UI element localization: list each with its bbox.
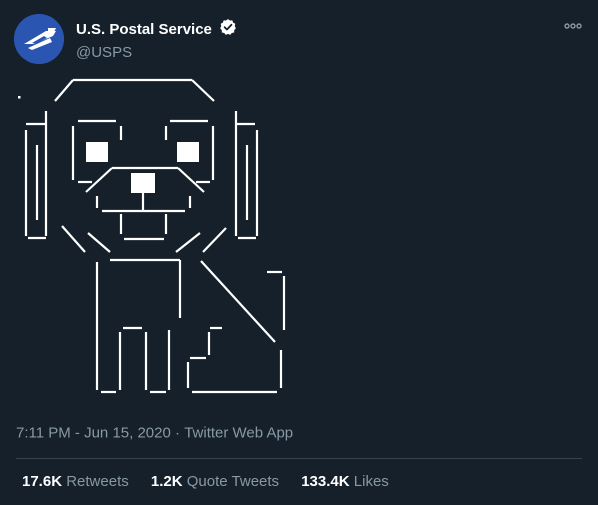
usps-eagle-logo-icon: [14, 14, 64, 64]
tweet-date[interactable]: Jun 15, 2020: [84, 425, 171, 442]
divider: [16, 458, 582, 459]
more-options-icon[interactable]: [564, 18, 582, 29]
quote-tweets-count: 1.2K: [150, 473, 183, 490]
quote-tweets-stat[interactable]: 1.2K Quote Tweets: [151, 473, 279, 490]
likes-count: 133.4K: [301, 473, 350, 490]
avatar[interactable]: [14, 14, 64, 64]
verified-badge-icon: [219, 18, 237, 41]
retweets-stat[interactable]: 17.6K Retweets: [22, 473, 129, 490]
tweet-timestamp: 7:11 PM - Jun 15, 2020 · Twitter Web App: [16, 424, 293, 442]
tweet-detail: U.S. Postal Service @USPS 7:11 PM - Jun …: [0, 0, 598, 505]
likes-label: Likes: [353, 473, 389, 490]
tweet-source[interactable]: Twitter Web App: [184, 425, 293, 442]
retweets-label: Retweets: [66, 473, 129, 490]
tweet-time[interactable]: 7:11 PM: [16, 425, 71, 442]
meta-separator: -: [74, 424, 85, 442]
user-info: U.S. Postal Service @USPS: [76, 18, 376, 61]
meta-separator: ·: [175, 424, 181, 442]
likes-stat[interactable]: 133.4K Likes: [301, 473, 389, 490]
tweet-stats: 17.6K Retweets 1.2K Quote Tweets 133.4K …: [22, 473, 407, 490]
ascii-dog-art: [18, 78, 286, 394]
display-name[interactable]: U.S. Postal Service: [76, 21, 212, 38]
user-handle[interactable]: @USPS: [76, 44, 376, 61]
quote-tweets-label: Quote Tweets: [186, 473, 280, 490]
retweets-count: 17.6K: [22, 473, 63, 490]
